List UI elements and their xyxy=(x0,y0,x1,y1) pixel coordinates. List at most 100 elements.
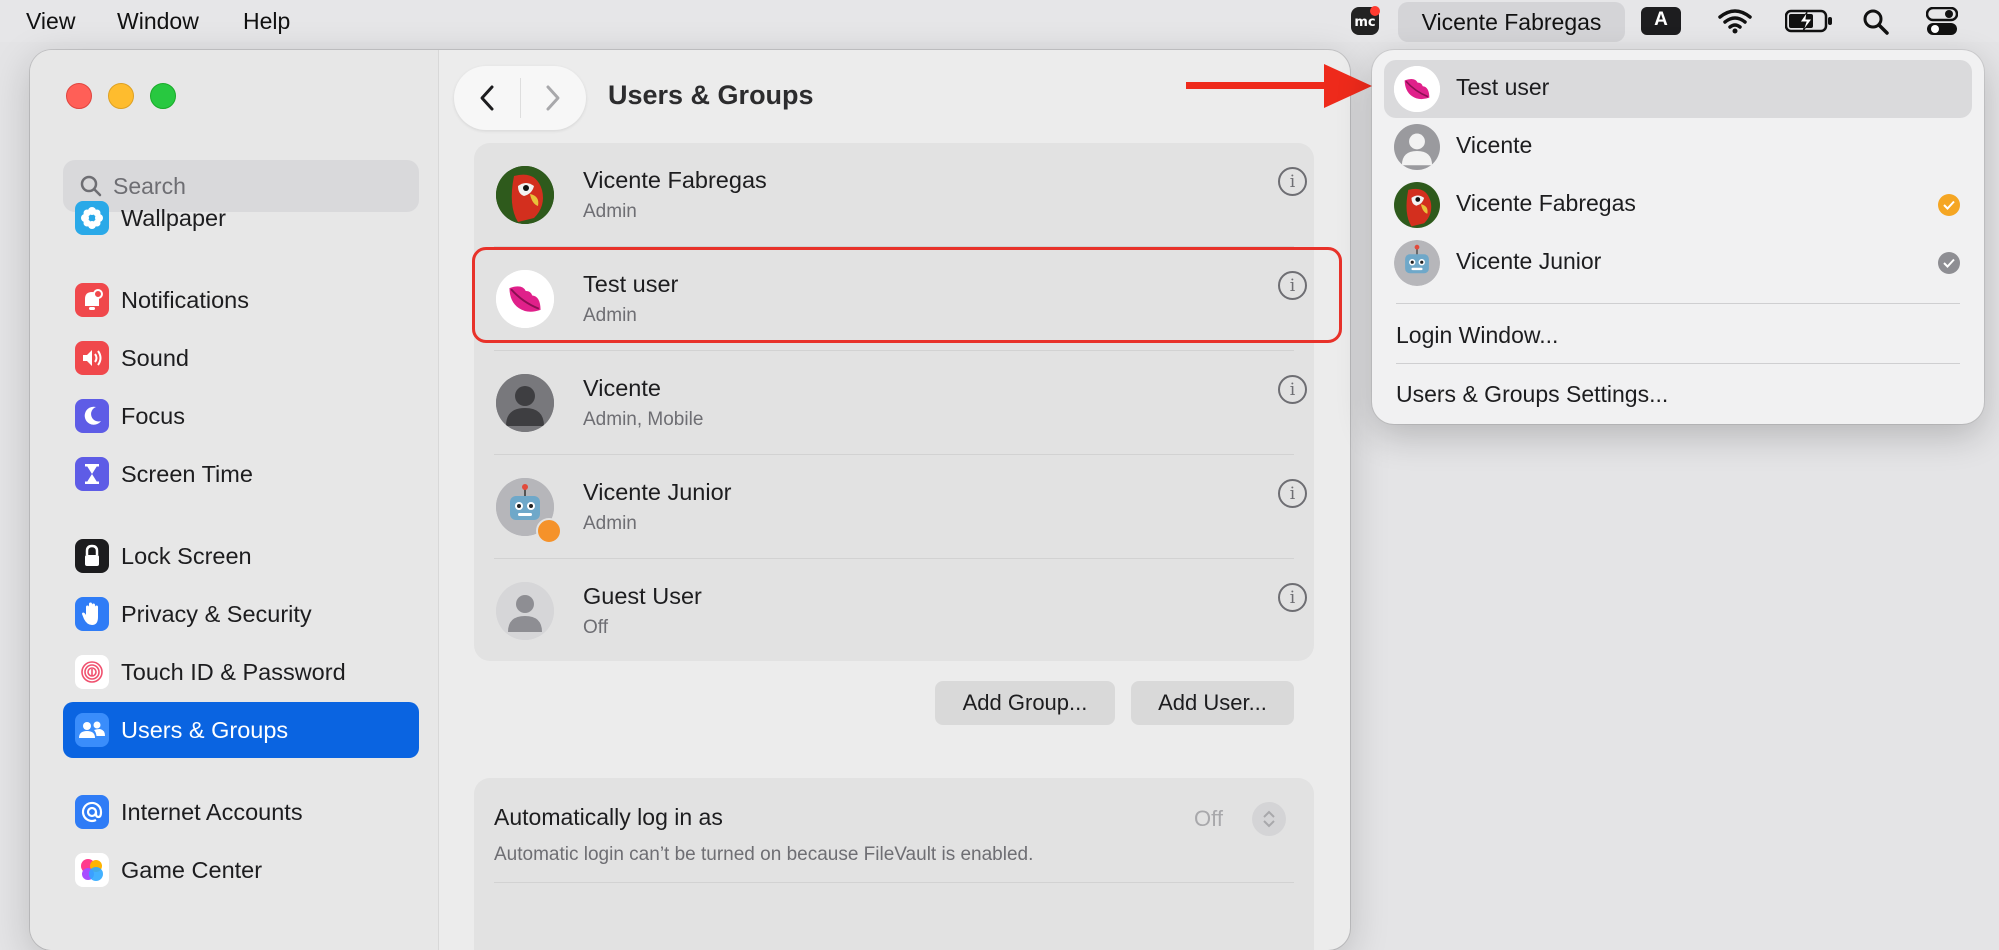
dropdown-separator xyxy=(1396,303,1960,304)
user-row-guest-user[interactable]: Guest User Off i xyxy=(474,559,1314,663)
wallpaper-icon xyxy=(75,201,109,235)
page-title: Users & Groups xyxy=(608,80,814,110)
sidebar: Wallpaper Notifications Sound Focus Scre… xyxy=(30,50,439,950)
robot-avatar xyxy=(496,478,562,544)
users-groups-settings-menu-item[interactable]: Users & Groups Settings... xyxy=(1396,381,1668,408)
info-icon[interactable]: i xyxy=(1278,375,1307,404)
fast-user-switch-dropdown: Test user Vicente Vicente Fabregas Vicen… xyxy=(1372,50,1984,424)
sidebar-item-label: Notifications xyxy=(121,286,249,313)
add-group-button[interactable]: Add Group... xyxy=(935,681,1115,725)
menu-view[interactable]: View xyxy=(26,8,75,35)
zoom-window-button[interactable] xyxy=(150,83,176,109)
user-row-vicente[interactable]: Vicente Admin, Mobile i xyxy=(474,351,1314,455)
dropdown-user-name: Vicente xyxy=(1456,132,1533,158)
sidebar-item-label: Focus xyxy=(121,402,185,429)
popup-stepper-icon[interactable] xyxy=(1252,802,1286,836)
hand-icon xyxy=(75,597,109,631)
sidebar-item-focus[interactable]: Focus xyxy=(63,388,419,444)
lock-icon xyxy=(75,539,109,573)
focus-moon-icon xyxy=(75,399,109,433)
minimize-window-button[interactable] xyxy=(108,83,134,109)
user-role: Off xyxy=(583,617,608,638)
users-icon xyxy=(75,713,109,747)
dropdown-user-name: Vicente Junior xyxy=(1456,248,1602,274)
user-name: Vicente xyxy=(583,375,661,401)
sidebar-item-lock-screen[interactable]: Lock Screen xyxy=(63,528,419,584)
current-user-check-icon xyxy=(1938,194,1960,216)
fingerprint-icon xyxy=(75,655,109,689)
sidebar-item-touch-id[interactable]: Touch ID & Password xyxy=(63,644,419,700)
auto-login-description: Automatic login can’t be turned on becau… xyxy=(494,844,1034,865)
sidebar-item-label: Privacy & Security xyxy=(121,600,312,627)
dropdown-user-vicente-fabregas[interactable]: Vicente Fabregas xyxy=(1384,176,1972,234)
sidebar-item-label: Game Center xyxy=(121,856,263,883)
login-window-menu-item[interactable]: Login Window... xyxy=(1396,322,1558,349)
menu-bar: View Window Help mc Vicente Fabregas A xyxy=(0,0,1999,42)
auto-login-value[interactable]: Off xyxy=(1194,806,1223,832)
info-icon[interactable]: i xyxy=(1278,479,1307,508)
sidebar-item-internet-accounts[interactable]: Internet Accounts xyxy=(63,784,419,840)
sidebar-item-label: Touch ID & Password xyxy=(121,658,346,685)
user-role: Admin, Mobile xyxy=(583,409,704,430)
lips-avatar xyxy=(1394,66,1440,112)
logged-in-check-icon xyxy=(1938,252,1960,274)
sidebar-item-label: Screen Time xyxy=(121,460,253,487)
users-list: Vicente Fabregas Admin i Test user Admin… xyxy=(474,143,1314,661)
dropdown-separator xyxy=(1396,363,1960,364)
close-window-button[interactable] xyxy=(66,83,92,109)
sidebar-item-game-center[interactable]: Game Center xyxy=(63,842,419,898)
dropdown-user-vicente-junior[interactable]: Vicente Junior xyxy=(1384,234,1972,292)
sound-icon xyxy=(75,341,109,375)
spotlight-search-icon[interactable] xyxy=(1862,8,1890,41)
sidebar-item-label: Sound xyxy=(121,344,189,371)
parrot-avatar xyxy=(496,166,554,224)
user-name: Guest User xyxy=(583,583,702,609)
add-user-button[interactable]: Add User... xyxy=(1131,681,1294,725)
menu-help[interactable]: Help xyxy=(243,8,290,35)
user-name: Vicente Junior xyxy=(583,479,732,505)
input-source-label: A xyxy=(1654,9,1668,30)
sidebar-item-users-groups[interactable]: Users & Groups xyxy=(63,702,419,758)
annotation-arrow-icon xyxy=(1186,64,1372,108)
sidebar-item-label: Wallpaper xyxy=(121,204,226,231)
user-name: Vicente Fabregas xyxy=(583,167,767,193)
mc-app-icon[interactable]: mc xyxy=(1350,6,1380,41)
sidebar-item-wallpaper[interactable]: Wallpaper xyxy=(63,190,419,246)
fast-user-switch-menu[interactable]: Vicente Fabregas xyxy=(1398,2,1625,42)
user-role: Admin xyxy=(583,513,637,534)
user-row-vicente-junior[interactable]: Vicente Junior Admin i xyxy=(474,455,1314,559)
guest-avatar xyxy=(496,582,554,640)
system-settings-window: Wallpaper Notifications Sound Focus Scre… xyxy=(30,50,1350,950)
menu-window[interactable]: Window xyxy=(117,8,199,35)
user-row-vicente-fabregas[interactable]: Vicente Fabregas Admin i xyxy=(474,143,1314,247)
parrot-avatar xyxy=(1394,182,1440,228)
input-source-icon[interactable]: A xyxy=(1641,6,1681,41)
annotation-highlight-box xyxy=(472,247,1342,343)
back-button[interactable] xyxy=(454,66,520,130)
auto-login-panel: Automatically log in as Off Automatic lo… xyxy=(474,778,1314,950)
auto-login-label: Automatically log in as xyxy=(494,804,723,830)
sidebar-item-sound[interactable]: Sound xyxy=(63,330,419,386)
info-icon[interactable]: i xyxy=(1278,167,1307,196)
sidebar-item-label: Users & Groups xyxy=(121,716,289,743)
fingerprint-badge-icon xyxy=(536,518,562,544)
dropdown-user-vicente[interactable]: Vicente xyxy=(1384,118,1972,176)
dropdown-user-test-user[interactable]: Test user xyxy=(1384,60,1972,118)
sidebar-item-notifications[interactable]: Notifications xyxy=(63,272,419,328)
chevron-left-icon xyxy=(480,85,494,111)
battery-icon[interactable] xyxy=(1784,9,1833,38)
robot-avatar xyxy=(1394,240,1440,286)
navigation-buttons xyxy=(454,66,586,130)
default-person-avatar xyxy=(1394,124,1440,170)
wifi-icon[interactable] xyxy=(1718,8,1752,39)
chevron-right-icon xyxy=(546,85,560,111)
notifications-icon xyxy=(75,283,109,317)
svg-text:mc: mc xyxy=(1354,15,1375,30)
forward-button[interactable] xyxy=(520,66,586,130)
sidebar-item-screen-time[interactable]: Screen Time xyxy=(63,446,419,502)
control-center-icon[interactable] xyxy=(1925,6,1959,42)
sidebar-item-label: Lock Screen xyxy=(121,542,252,569)
info-icon[interactable]: i xyxy=(1278,583,1307,612)
sidebar-item-privacy-security[interactable]: Privacy & Security xyxy=(63,586,419,642)
game-center-icon xyxy=(75,853,109,887)
